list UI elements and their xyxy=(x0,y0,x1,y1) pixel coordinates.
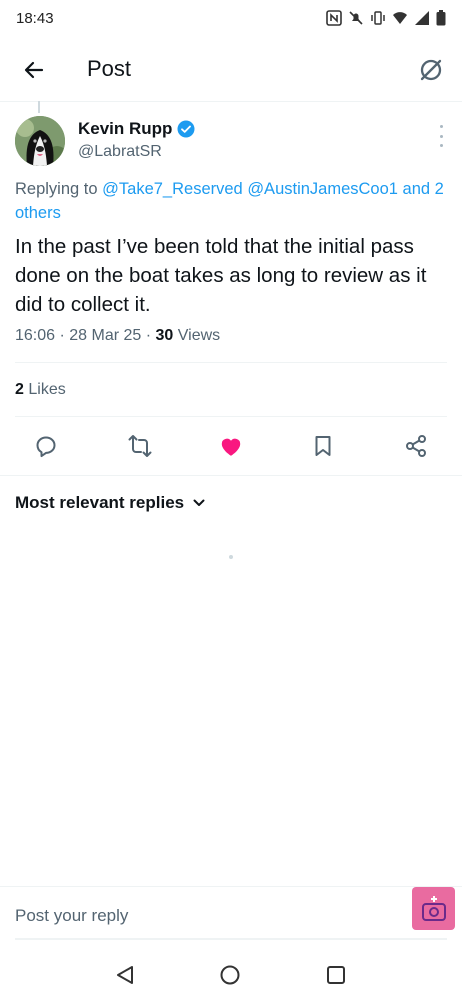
thread-connector xyxy=(38,101,40,113)
camera-plus-icon xyxy=(421,895,446,921)
mention-link[interactable]: @Take7_Reserved xyxy=(102,180,243,198)
status-time: 18:43 xyxy=(16,9,54,27)
replies-sort-dropdown[interactable]: Most relevant replies xyxy=(15,493,206,513)
views-label[interactable]: Views xyxy=(178,327,220,344)
post-date: 28 Mar 25 xyxy=(69,327,142,344)
mute-icon xyxy=(349,11,363,25)
composer-underline xyxy=(15,938,447,940)
reply-button[interactable] xyxy=(30,430,62,462)
mention-link[interactable]: @AustinJamesCoo1 xyxy=(247,180,398,198)
verified-badge-icon xyxy=(177,120,195,138)
likes-count: 2 xyxy=(15,381,24,398)
dog-avatar-icon xyxy=(15,116,65,166)
camera-fab-button[interactable] xyxy=(412,887,455,930)
bookmark-button[interactable] xyxy=(307,430,339,462)
meta-divider xyxy=(15,362,447,363)
repost-button[interactable] xyxy=(124,430,156,462)
header-divider xyxy=(0,101,462,102)
grok-button[interactable] xyxy=(414,53,448,87)
others-link-continued[interactable]: others xyxy=(15,201,61,225)
likes-row[interactable]: 2 Likes xyxy=(15,381,66,399)
avatar[interactable] xyxy=(15,116,65,166)
status-bar: 18:43 xyxy=(0,0,462,36)
reply-icon xyxy=(36,436,56,458)
share-button[interactable] xyxy=(400,430,432,462)
back-button[interactable] xyxy=(18,54,50,86)
more-dot-icon xyxy=(439,134,443,138)
replying-to-prefix: Replying to xyxy=(15,180,103,198)
status-icons xyxy=(326,10,446,26)
chevron-down-icon xyxy=(193,499,205,506)
loading-indicator xyxy=(229,555,233,559)
top-app-bar: Post xyxy=(0,40,462,100)
grok-icon xyxy=(420,59,442,81)
replies-sort-label: Most relevant replies xyxy=(15,493,185,512)
signal-icon xyxy=(415,11,429,25)
triangle-back-icon xyxy=(117,966,133,984)
likes-label: Likes xyxy=(28,381,66,398)
nav-back-button[interactable] xyxy=(112,962,138,988)
nfc-icon xyxy=(326,10,342,26)
others-link[interactable]: and 2 xyxy=(398,180,444,198)
like-button[interactable] xyxy=(215,430,247,462)
share-icon xyxy=(406,435,426,457)
square-recents-icon xyxy=(327,966,345,984)
repost-icon xyxy=(128,435,152,457)
circle-home-icon xyxy=(220,965,240,985)
nav-recents-button[interactable] xyxy=(323,962,349,988)
more-dot-icon xyxy=(439,125,443,128)
battery-icon xyxy=(436,10,446,26)
more-dot-icon xyxy=(439,144,443,147)
reply-input[interactable]: Post your reply xyxy=(15,906,128,926)
views-count: 30 xyxy=(155,327,174,344)
author-name-row: Kevin Rupp xyxy=(78,119,195,139)
more-options-button[interactable] xyxy=(436,125,446,147)
author-name[interactable]: Kevin Rupp xyxy=(78,119,172,139)
post-text: In the past I’ve been told that the init… xyxy=(15,235,427,316)
composer-divider xyxy=(0,886,462,887)
system-nav-bar xyxy=(0,950,462,1000)
bookmark-icon xyxy=(315,436,331,456)
vibrate-icon xyxy=(371,11,385,25)
post-time: 16:06 xyxy=(15,327,56,344)
author-handle[interactable]: @LabratSR xyxy=(78,143,162,161)
replying-to: Replying to @Take7_Reserved @AustinJames… xyxy=(15,177,462,201)
nav-home-button[interactable] xyxy=(217,962,243,988)
heart-filled-icon xyxy=(221,438,241,456)
wifi-icon xyxy=(393,12,407,24)
arrow-left-icon xyxy=(24,61,44,79)
likes-divider xyxy=(15,416,447,417)
actions-divider xyxy=(0,475,462,476)
post-meta: 16:06 · 28 Mar 25 · 30 Views xyxy=(15,327,221,344)
page-title: Post xyxy=(87,56,132,81)
